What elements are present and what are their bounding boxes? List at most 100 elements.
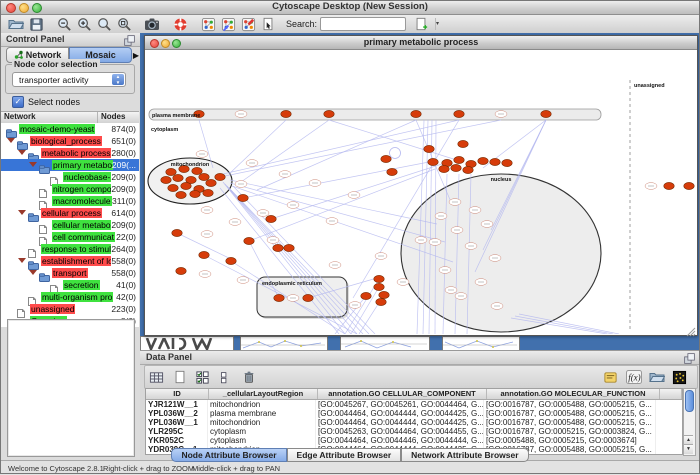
- close-window-icon[interactable]: [6, 3, 16, 13]
- network-overview-icon[interactable]: [200, 16, 216, 32]
- graph-node-label[interactable]: [349, 302, 361, 309]
- disclosure-triangle-icon[interactable]: [18, 258, 26, 263]
- graph-node[interactable]: [176, 191, 186, 198]
- graph-node[interactable]: [428, 158, 438, 165]
- zoom-window-icon[interactable]: [172, 39, 181, 48]
- graph-node[interactable]: [381, 155, 391, 162]
- tree-row[interactable]: secretion41(0): [0, 279, 139, 291]
- graph-node[interactable]: [324, 110, 334, 117]
- table-row[interactable]: YJR121W__1mitochondrion[GO:0045267, GO:0…: [146, 400, 682, 409]
- edit-network-2-icon[interactable]: [240, 16, 256, 32]
- tab-edge-attribute-browser[interactable]: Edge Attribute Browser: [287, 448, 402, 462]
- graph-node[interactable]: [458, 140, 468, 147]
- graph-node[interactable]: [226, 257, 236, 264]
- graph-node[interactable]: [454, 156, 464, 163]
- tree-header-network[interactable]: Network: [0, 112, 97, 123]
- delete-attribute-icon[interactable]: [240, 369, 257, 386]
- graph-node-label[interactable]: [326, 218, 338, 225]
- graph-node[interactable]: [266, 215, 276, 222]
- tree-row-label[interactable]: metabolic process: [41, 148, 112, 158]
- graph-node[interactable]: [190, 190, 200, 197]
- graph-node-label[interactable]: [287, 295, 299, 302]
- graph-node-label[interactable]: [415, 237, 427, 244]
- minimize-window-icon[interactable]: [161, 39, 170, 48]
- graph-node[interactable]: [284, 244, 294, 251]
- graph-node-label[interactable]: [235, 181, 247, 188]
- graph-node-label[interactable]: [329, 262, 341, 269]
- attribute-table-icon[interactable]: [148, 369, 165, 386]
- tree-row-label[interactable]: macromolecule: [52, 196, 112, 206]
- graph-node-label[interactable]: [246, 160, 258, 167]
- graph-node[interactable]: [411, 110, 421, 117]
- graph-node[interactable]: [281, 110, 291, 117]
- graph-node[interactable]: [206, 179, 216, 186]
- column-header[interactable]: annotation.GO CELLULAR_COMPONENT: [318, 389, 487, 399]
- tab-overflow-arrow[interactable]: ▶: [133, 51, 139, 60]
- save-icon[interactable]: [28, 16, 44, 32]
- graph-node-label[interactable]: [445, 287, 457, 294]
- tree-row-label[interactable]: mosaic-demo-yeast: [19, 124, 95, 134]
- graph-node-label[interactable]: [429, 239, 441, 246]
- graph-node-label[interactable]: [257, 210, 269, 217]
- tree-row-label[interactable]: transport: [52, 268, 88, 278]
- graph-node[interactable]: [199, 173, 209, 180]
- import-network-icon[interactable]: [413, 16, 429, 32]
- chevron-down-icon[interactable]: ▾: [435, 18, 439, 30]
- graph-node-label[interactable]: [455, 293, 467, 300]
- tree-row[interactable]: cellular metabo209(0): [0, 219, 139, 231]
- graph-node[interactable]: [684, 182, 694, 189]
- tree-row[interactable]: biological_process651(0): [0, 135, 139, 147]
- snapshot-icon[interactable]: [144, 16, 160, 32]
- graph-node[interactable]: [244, 237, 254, 244]
- dropdown-stepper-icon[interactable]: ▲▼: [112, 74, 124, 85]
- tree-row-label[interactable]: establishment of lo: [41, 256, 114, 266]
- graph-node-label[interactable]: [491, 303, 503, 310]
- disclosure-triangle-icon[interactable]: [29, 270, 37, 275]
- table-row[interactable]: YKR052Ccytoplasm[GO:0044464, GO:0044446,…: [146, 436, 682, 445]
- graph-node-label[interactable]: [196, 151, 208, 158]
- graph-node-label[interactable]: [229, 219, 241, 226]
- graph-node[interactable]: [424, 145, 434, 152]
- tree-row[interactable]: macromolecule311(0): [0, 195, 139, 207]
- tree-row-label[interactable]: cellular metabo: [52, 220, 112, 230]
- graph-node[interactable]: [199, 251, 209, 258]
- tree-header-nodes[interactable]: Nodes: [97, 112, 139, 123]
- tree-row[interactable]: nucleobase-209(0): [0, 171, 139, 183]
- graph-node[interactable]: [664, 182, 674, 189]
- graph-node-label[interactable]: [237, 277, 249, 284]
- graph-node-label[interactable]: [309, 180, 321, 187]
- network-window-titlebar[interactable]: primary metabolic process: [145, 36, 697, 50]
- tree-row[interactable]: transport558(0): [0, 267, 139, 279]
- birdseye-view-panel[interactable]: [7, 319, 135, 457]
- graph-node[interactable]: [502, 159, 512, 166]
- tree-row[interactable]: metabolic process280(0): [0, 147, 139, 159]
- disclosure-triangle-icon[interactable]: [18, 150, 26, 155]
- tree-row-label[interactable]: biological_process: [30, 136, 102, 146]
- graph-node[interactable]: [374, 283, 384, 290]
- tree-row[interactable]: cell communicat22(0): [0, 231, 139, 243]
- graph-node[interactable]: [374, 275, 384, 282]
- tree-row[interactable]: unassigned223(0): [0, 303, 139, 315]
- edit-network-icon[interactable]: [220, 16, 236, 32]
- tree-row-label[interactable]: secretion: [63, 280, 100, 290]
- scrollbar-thumb[interactable]: [685, 390, 694, 412]
- tree-row-label[interactable]: multi-organism pro: [41, 292, 113, 302]
- table-scrollbar[interactable]: ▲ ▼: [683, 388, 696, 456]
- tree-row[interactable]: multi-organism pro42(0): [0, 291, 139, 303]
- tree-row-label[interactable]: response to stimulu: [41, 244, 117, 254]
- graph-node[interactable]: [161, 176, 171, 183]
- tree-row[interactable]: nitrogen compo209(0): [0, 183, 139, 195]
- graph-node[interactable]: [379, 291, 389, 298]
- formula-icon[interactable]: f(x): [625, 369, 642, 386]
- graph-node[interactable]: [454, 110, 464, 117]
- graph-node-label[interactable]: [645, 183, 657, 190]
- graph-node[interactable]: [173, 174, 183, 181]
- column-header[interactable]: _cellularLayoutRegion: [209, 389, 318, 399]
- graph-node[interactable]: [490, 158, 500, 165]
- open-file-icon[interactable]: [8, 16, 24, 32]
- tree-row-label[interactable]: nucleobase-: [63, 172, 111, 182]
- graph-node-label[interactable]: [201, 231, 213, 238]
- minimize-window-icon[interactable]: [19, 3, 29, 13]
- graph-node[interactable]: [387, 168, 397, 175]
- graph-node-label[interactable]: [451, 227, 463, 234]
